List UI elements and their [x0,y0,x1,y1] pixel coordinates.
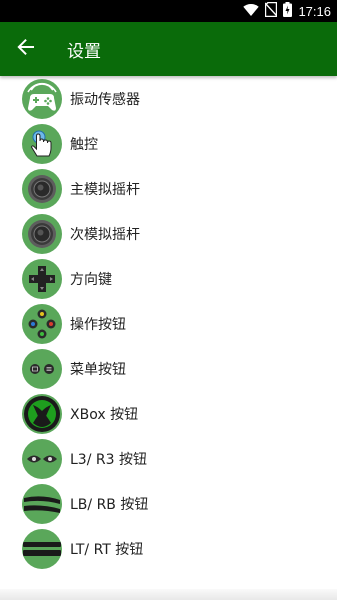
action-buttons-icon [22,304,62,344]
dpad-icon [22,259,62,299]
no-sim-icon [264,1,278,21]
settings-item-label: 振动传感器 [70,92,140,108]
settings-item-vibration[interactable]: 振动传感器 [0,77,337,122]
battery-charging-icon [283,1,293,21]
wifi-icon [243,2,260,21]
settings-item-label: 菜单按钮 [70,362,126,378]
status-icons: 17:16 [243,1,331,21]
xbox-logo-icon [22,394,62,434]
arrow-back-icon [17,38,35,60]
joystick-icon [22,214,62,254]
settings-item-lt-rt[interactable]: LT/ RT 按钮 [0,527,337,572]
bottom-edge [0,589,337,600]
settings-item-lb-rb[interactable]: LB/ RB 按钮 [0,482,337,527]
joystick-icon [22,169,62,209]
settings-item-menu-buttons[interactable]: 菜单按钮 [0,347,337,392]
settings-item-action-buttons[interactable]: 操作按钮 [0,302,337,347]
settings-item-l3-r3[interactable]: L3/ R3 按钮 [0,437,337,482]
stick-click-icon [22,439,62,479]
settings-item-touch[interactable]: 触控 [0,122,337,167]
status-bar: 17:16 [0,0,337,22]
settings-item-left-stick[interactable]: 主模拟摇杆 [0,167,337,212]
settings-item-label: 次模拟摇杆 [70,227,140,243]
trigger-icon [22,529,62,569]
touch-hand-icon [22,124,62,164]
settings-item-label: LB/ RB 按钮 [70,497,149,513]
back-button[interactable] [12,35,40,63]
settings-item-xbox-button[interactable]: XBox 按钮 [0,392,337,437]
settings-item-label: 方向键 [70,272,112,288]
settings-item-label: LT/ RT 按钮 [70,542,144,558]
page-title: 设置 [67,42,101,62]
settings-item-right-stick[interactable]: 次模拟摇杆 [0,212,337,257]
app-toolbar: 设置 [0,22,337,76]
menu-buttons-icon [22,349,62,389]
gamepad-vibration-icon [22,79,62,119]
settings-item-dpad[interactable]: 方向键 [0,257,337,302]
bumper-icon [22,484,62,524]
settings-item-label: XBox 按钮 [70,407,139,423]
settings-item-label: 操作按钮 [70,317,126,333]
status-time: 17:16 [298,3,331,19]
settings-item-label: 触控 [70,137,98,153]
settings-item-label: 主模拟摇杆 [70,182,140,198]
settings-item-label: L3/ R3 按钮 [70,452,147,468]
